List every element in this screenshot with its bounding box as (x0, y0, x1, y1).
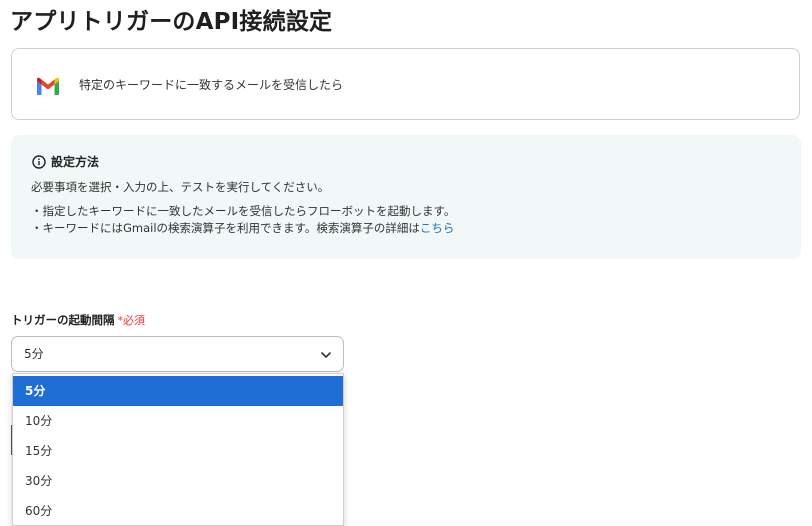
info-box: 設定方法 必要事項を選択・入力の上、テストを実行してください。 ・指定したキーワ… (11, 135, 801, 259)
interval-field-label: トリガーの起動間隔 *必須 (11, 311, 145, 330)
interval-select[interactable]: 5分 (11, 336, 344, 372)
info-line-3: ・キーワードにはGmailの検索演算子を利用できます。検索演算子の詳細はこちら (31, 220, 454, 236)
info-icon (32, 155, 46, 169)
details-link[interactable]: こちら (420, 221, 455, 235)
info-line-2: ・指定したキーワードに一致したメールを受信したらフローボットを起動します。 (31, 204, 456, 218)
info-line-1: 必要事項を選択・入力の上、テストを実行してください。 (31, 180, 330, 194)
api-settings-page: アプリトリガーのAPI接続設定 特定のキーワードに一致するメールを受信したら 設… (0, 0, 812, 526)
interval-dropdown-list: 5分 10分 15分 30分 60分 (12, 373, 344, 526)
interval-label-text: トリガーの起動間隔 (11, 313, 115, 327)
gmail-icon (37, 77, 59, 95)
info-line-3-text: ・キーワードにはGmailの検索演算子を利用できます。検索演算子の詳細は (31, 221, 420, 235)
info-title: 設定方法 (51, 155, 100, 169)
page-title: アプリトリガーのAPI接続設定 (10, 9, 333, 35)
interval-option-5[interactable]: 5分 (13, 376, 343, 406)
required-badge: *必須 (117, 314, 146, 327)
interval-option-30[interactable]: 30分 (13, 466, 343, 496)
trigger-card: 特定のキーワードに一致するメールを受信したら (11, 48, 800, 120)
interval-option-15[interactable]: 15分 (13, 436, 343, 466)
interval-option-60[interactable]: 60分 (13, 496, 343, 525)
required-text: 必須 (123, 314, 145, 327)
chevron-down-icon (321, 352, 331, 358)
interval-select-value: 5分 (24, 347, 44, 361)
trigger-label: 特定のキーワードに一致するメールを受信したら (79, 78, 344, 92)
interval-option-10[interactable]: 10分 (13, 406, 343, 436)
